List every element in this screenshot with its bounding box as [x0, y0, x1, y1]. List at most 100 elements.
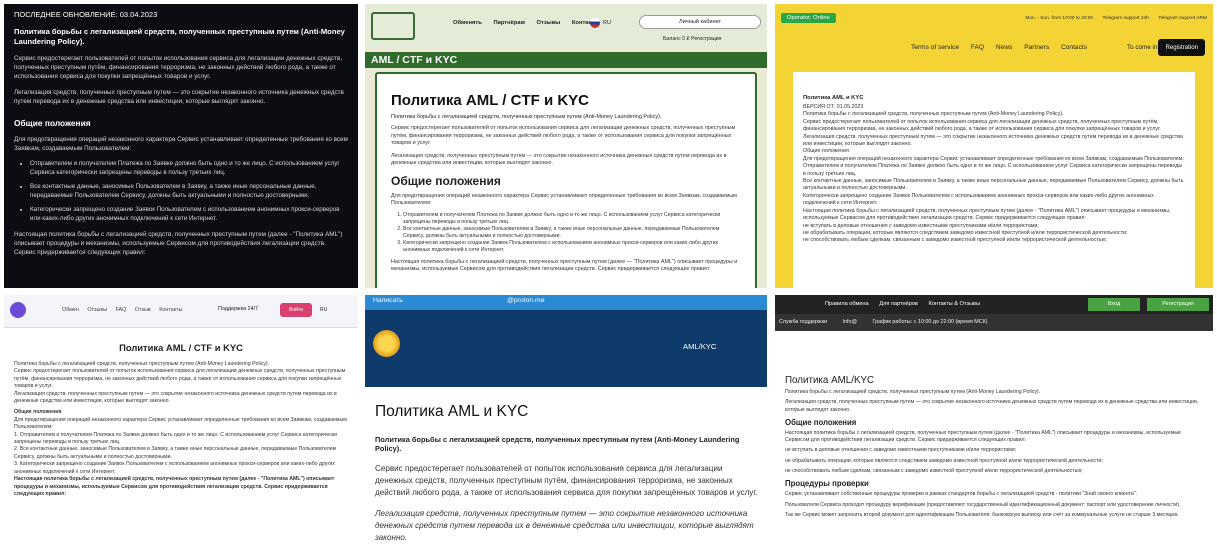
menu-item[interactable]: Для партнёров [879, 301, 918, 307]
policy-title: Политика борьбы с легализацией средств, … [14, 27, 345, 46]
subtitle: Политика борьбы с легализацией средств, … [375, 435, 740, 453]
panel-darkhead-policy: Правила обмена Для партнёров Контакты & … [775, 295, 1213, 547]
main-menu: Обменять Партнёрам Отзывы Контакты [453, 20, 609, 26]
page-title: Политика AML/KYC [785, 375, 875, 386]
doc-line: Все контактные данные, заносимые Пользов… [803, 178, 1184, 192]
menu-item[interactable]: Обменять [453, 20, 482, 26]
content-card: Политика AML / CTF и KYC Политика борьбы… [375, 72, 757, 288]
menu-item[interactable]: FAQ [116, 307, 127, 313]
page-banner: AML / CTF и KYC [365, 52, 767, 68]
login-button[interactable]: Войти [280, 303, 312, 317]
working-hours: Mon. - Sun. from 10:00 to 20:00 [1025, 16, 1094, 21]
sun-logo-icon[interactable] [373, 330, 400, 357]
page-title: Политика AML и KYC [375, 403, 529, 420]
nav-item[interactable]: News [996, 44, 1013, 51]
list-item: Категорически запрещено создание Заявок … [403, 240, 741, 254]
doc-line: не вступать в деловые отношения с заведо… [785, 447, 1017, 454]
doc-line: Общие положения [803, 148, 849, 155]
top-bar: Написать @proton.me [365, 295, 767, 310]
section-heading: Процедуры проверки [785, 479, 869, 489]
cabinet-button[interactable]: Личный кабинет [639, 15, 761, 29]
list-item: Отправителем и получателем Платежа по За… [30, 159, 348, 177]
paragraph: Настоящая политика борьбы с легализацией… [14, 231, 343, 256]
language-select[interactable]: RU [603, 20, 611, 26]
working-hours: График работы: с 10:00 до 22:00 (время М… [872, 319, 988, 325]
nav-item[interactable]: Contacts [1061, 44, 1087, 51]
login-link[interactable]: To come in [1127, 44, 1157, 51]
site-header: Правила обмена Для партнёров Контакты & … [775, 295, 1213, 314]
doc-line: Настоящая политика борьбы с легализацией… [803, 207, 1171, 222]
menu-item[interactable]: Партнёрам [493, 20, 524, 26]
nav-item[interactable]: FAQ [971, 44, 984, 51]
doc-title: Политика AML и KYC [803, 95, 864, 101]
registration-button[interactable]: Регистрация [1147, 298, 1209, 311]
section-heading: Общие положения [391, 173, 501, 188]
login-button[interactable]: Вход [1088, 298, 1140, 311]
hero-header: AML/KYC [365, 310, 767, 387]
panel-light-policy: Обмен Отзывы FAQ Отзыв Контакты Поддержк… [4, 295, 358, 547]
write-link[interactable]: Написать [373, 297, 403, 304]
doc-line: Легализация средств, полученных преступн… [803, 133, 1183, 148]
doc-line: 1. Отправителем и получателем Платежа по… [14, 431, 337, 446]
telegram-link[interactable]: Telegram support ARM [1158, 16, 1207, 21]
doc-line: не способствовать любым сделкам, связанн… [785, 468, 1083, 475]
doc-line: Сервис предостерегает пользователей от п… [803, 118, 1161, 133]
doc-line: Категорически запрещено создание Заявок … [803, 192, 1154, 207]
doc-line: Политика борьбы с легализацией средств, … [803, 111, 1064, 118]
site-header: Обменять Партнёрам Отзывы Контакты RU Ли… [365, 4, 767, 48]
nav-item-aml[interactable]: AML/KYC [683, 342, 716, 351]
requirements-list: Отправителем и получателем Платежа по За… [403, 212, 741, 254]
doc-line: не способствовать любым сделкам, связанн… [803, 237, 1107, 244]
doc-line: Сервис устанавливает собственные процеду… [785, 491, 1138, 498]
paragraph: Для предотвращения операций незаконного … [391, 192, 737, 207]
section-heading: Общие положения [785, 417, 857, 427]
paragraph: Легализация средств, полученных преступн… [375, 509, 754, 542]
menu-item[interactable]: Контакты & Отзывы [928, 301, 980, 307]
support-link[interactable]: Поддержка 24/7 [218, 306, 258, 312]
document-body: Политика борьбы с легализацией средств, … [4, 353, 358, 506]
nav-item[interactable]: Partners [1024, 44, 1049, 51]
doc-line: Настоящая политика борьбы с легализацией… [14, 476, 335, 497]
paragraph: Сервис предостерегает пользователей от п… [375, 464, 758, 497]
nav-item[interactable]: Terms of service [911, 44, 959, 51]
operator-status-badge: Operator: Online [781, 13, 836, 23]
flag-icon[interactable] [590, 18, 600, 28]
document-body: Политика AML и KYC ВЕРСИЯ ОТ: 01.05.2023… [793, 72, 1195, 288]
menu-item[interactable]: Обмен [62, 307, 79, 313]
document-body: Политика AML и KYC Политика борьбы с лег… [375, 403, 759, 544]
main-menu: Обмен Отзывы FAQ Отзыв Контакты [62, 307, 190, 313]
doc-line: не обрабатывать операции, которые являют… [785, 457, 1103, 464]
panel-dark-policy: ПОСЛЕДНЕЕ ОБНОВЛЕНИЕ: 03.04.2023 Политик… [4, 4, 358, 288]
support-email[interactable]: Info@ [842, 319, 856, 325]
language-select[interactable]: RU [320, 307, 327, 313]
site-logo[interactable] [10, 302, 26, 318]
doc-line: Политика борьбы с легализацией средств, … [785, 389, 1041, 395]
doc-line: не вступать в деловые отношения с заведо… [803, 222, 1039, 229]
list-item: Категорически запрещено создание Заявок … [30, 205, 348, 223]
top-info: Mon. - Sun. from 10:00 to 20:00 Telegram… [1017, 16, 1207, 21]
registration-button[interactable]: Registration [1158, 39, 1205, 56]
email-link[interactable]: @proton.me [507, 297, 545, 304]
paragraph: Настоящая политика борьбы с легализацией… [391, 258, 738, 273]
paragraph: Сервис предостерегает пользователей от п… [14, 55, 343, 80]
menu-item[interactable]: Контакты [159, 307, 182, 313]
menu-item[interactable]: Отзывы [537, 20, 561, 26]
doc-line: Легализация средств, полученных преступн… [14, 390, 337, 405]
panel-proton-policy: Написать @proton.me AML/KYC Политика AML… [365, 295, 767, 547]
menu-item[interactable]: Отзыв [135, 307, 151, 313]
telegram-link[interactable]: Telegram support 24h [1102, 16, 1148, 21]
screenshot-collage: ПОСЛЕДНЕЕ ОБНОВЛЕНИЕ: 03.04.2023 Политик… [0, 0, 1217, 547]
paragraph: Сервис предостерегает пользователей от п… [391, 125, 736, 146]
login-links[interactable]: Баланс 0 ₽ Регистрация [663, 36, 722, 42]
list-item: Отправителем и получателем Платежа по За… [403, 212, 741, 226]
menu-item[interactable]: Правила обмена [825, 301, 869, 307]
panel-yellow-policy: Operator: Online Mon. - Sun. from 10:00 … [775, 4, 1213, 288]
site-header: Обмен Отзывы FAQ Отзыв Контакты Поддержк… [4, 295, 358, 328]
doc-line: Пользователи Сервиса проходят процедуру … [785, 501, 1181, 508]
main-menu: Правила обмена Для партнёров Контакты & … [825, 301, 989, 307]
paragraph: Легализация средств, полученных преступн… [391, 152, 727, 167]
menu-item[interactable]: Отзывы [87, 307, 107, 313]
site-logo[interactable] [371, 12, 415, 40]
section-heading: Общие положения [14, 118, 91, 128]
doc-line: Так же Сервис может запросить второй док… [785, 511, 1179, 518]
